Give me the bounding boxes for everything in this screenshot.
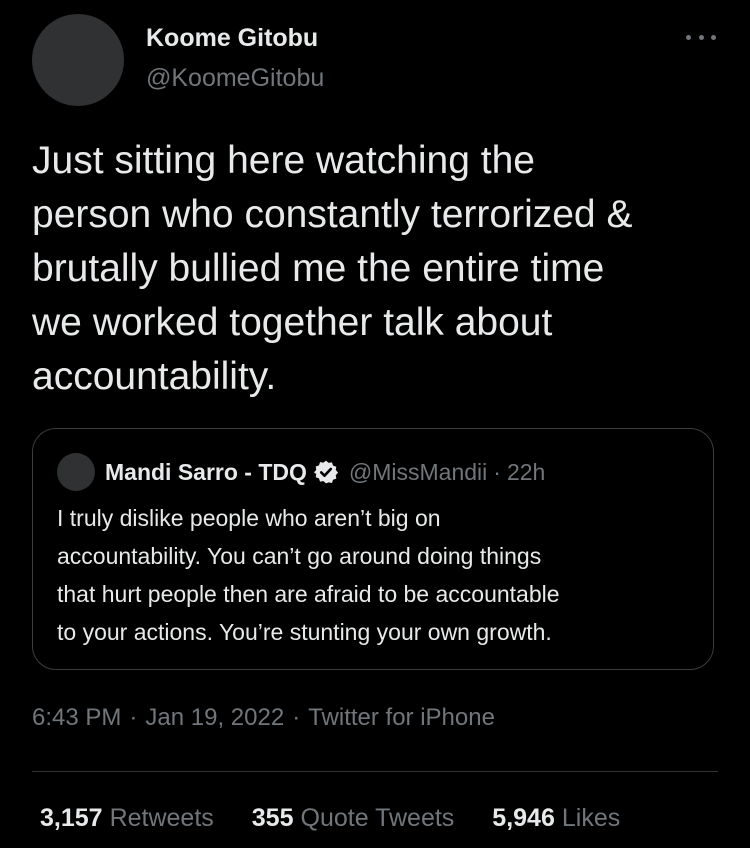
tweet-text: Just sitting here watching the person wh… [32, 139, 633, 398]
more-options-icon[interactable] [686, 32, 716, 42]
quote-tweets-stat[interactable]: 355 Quote Tweets [252, 804, 455, 833]
quoted-tweet-header: Mandi Sarro - TDQ @MissMandii · 22h [57, 453, 545, 491]
separator-dot: · [129, 704, 138, 731]
likes-count: 5,946 [492, 804, 555, 832]
tweet-header: Koome Gitobu @KoomeGitobu [32, 14, 722, 106]
quoted-tweet-text: I truly dislike people who aren’t big on… [57, 505, 560, 645]
author-handle[interactable]: @KoomeGitobu [146, 64, 324, 93]
more-dot [698, 34, 704, 40]
tweet-meta: 6:43 PM · Jan 19, 2022 · Twitter for iPhone [32, 704, 495, 732]
separator-dot: · [292, 704, 301, 731]
tweet-date[interactable]: Jan 19, 2022 [145, 704, 284, 731]
likes-stat[interactable]: 5,946 Likes [492, 804, 620, 833]
quote-tweets-label: Quote Tweets [300, 804, 455, 832]
tweet-source[interactable]: Twitter for iPhone [308, 704, 495, 731]
tweet-time[interactable]: 6:43 PM [32, 704, 121, 731]
retweets-stat[interactable]: 3,157 Retweets [40, 804, 214, 833]
divider [32, 771, 718, 772]
separator-dot: · [493, 458, 501, 485]
more-dot [711, 34, 716, 40]
author-name[interactable]: Koome Gitobu [146, 24, 318, 53]
more-dot [686, 34, 691, 40]
quoted-author-handle[interactable]: @MissMandii [349, 459, 487, 486]
quoted-author-name[interactable]: Mandi Sarro - TDQ [105, 459, 307, 486]
retweets-label: Retweets [109, 804, 214, 832]
likes-label: Likes [561, 804, 621, 832]
quoted-tweet-time[interactable]: 22h [507, 459, 545, 486]
tweet-stats: 3,157 Retweets 355 Quote Tweets 5,946 Likes [40, 804, 658, 833]
quoted-author-avatar[interactable] [57, 453, 95, 491]
author-avatar[interactable] [32, 14, 124, 106]
quoted-tweet-card[interactable]: Mandi Sarro - TDQ @MissMandii · 22h I tr… [32, 428, 714, 670]
retweets-count: 3,157 [40, 804, 103, 832]
quote-tweets-count: 355 [251, 804, 294, 832]
verified-badge-icon [313, 460, 338, 484]
